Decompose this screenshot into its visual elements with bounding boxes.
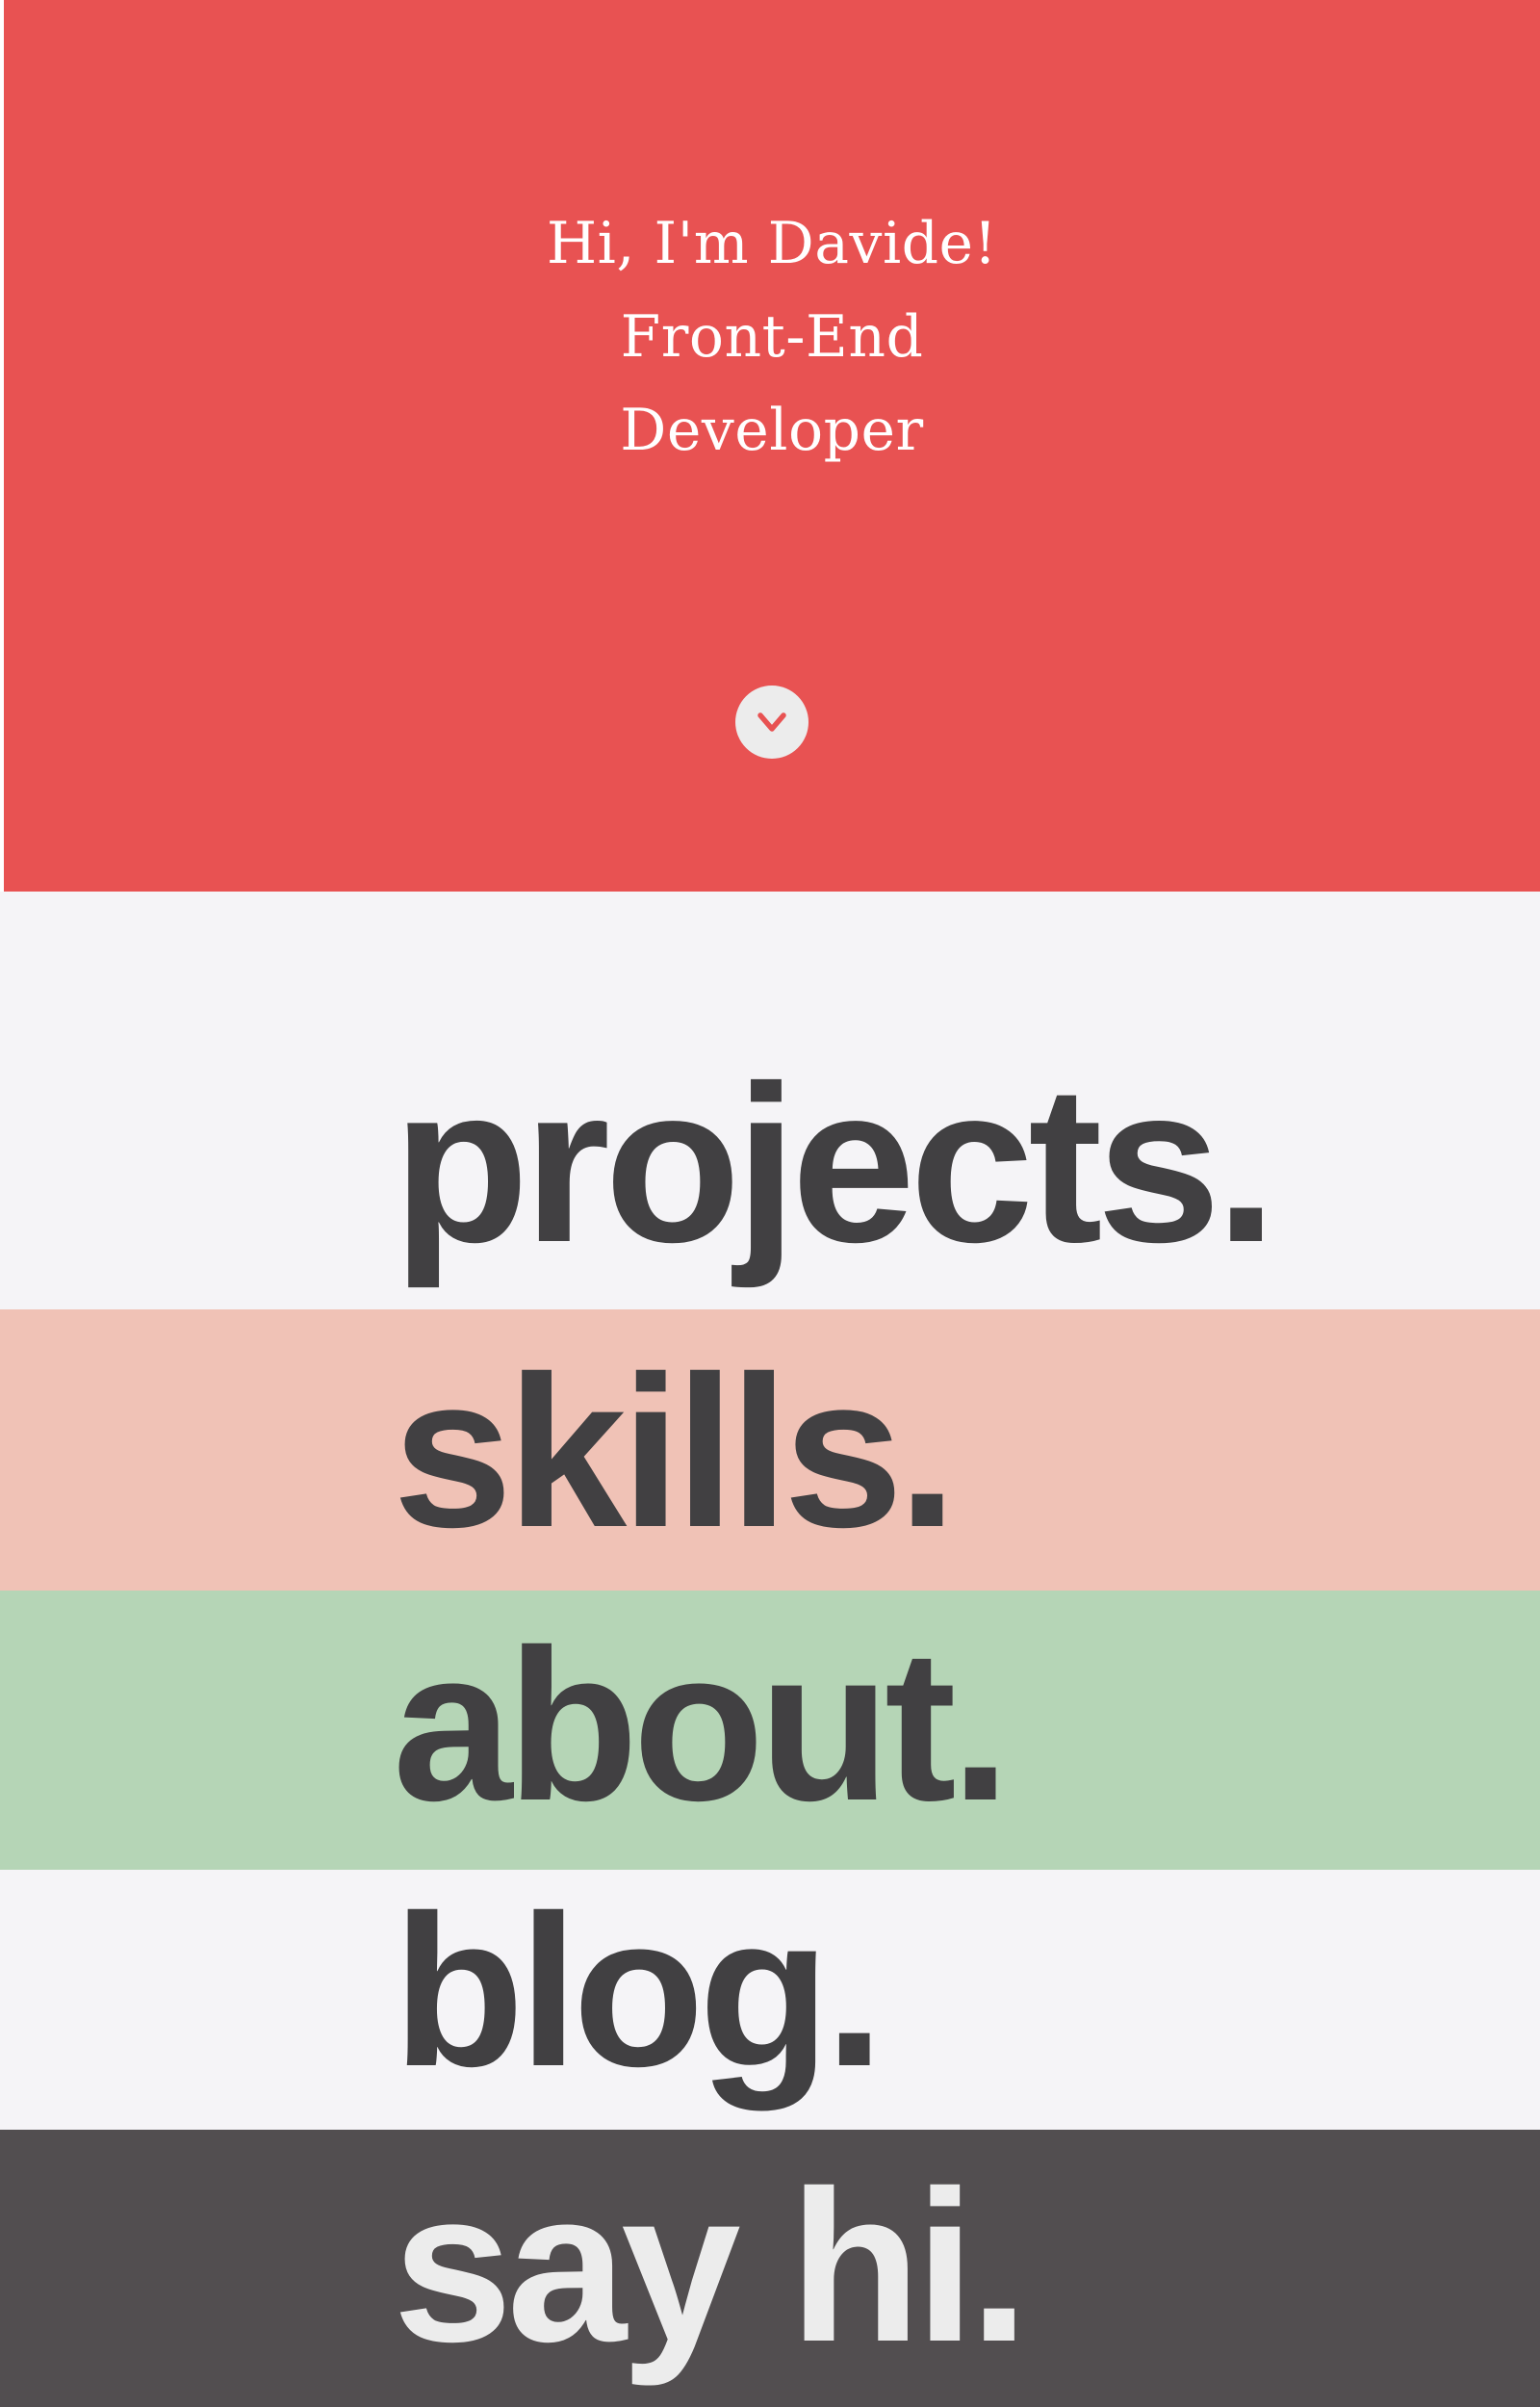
nav-link-say-hi[interactable]: say hi. xyxy=(393,2159,1029,2374)
nav-section-say-hi[interactable]: say hi. xyxy=(0,2130,1540,2407)
nav-link-about[interactable]: about. xyxy=(393,1618,1011,1833)
hero-heading: Hi, I'm Davide! Front-End Developer xyxy=(4,197,1540,478)
nav-section-projects[interactable]: projects. xyxy=(0,892,1540,1309)
hero-greeting: Hi, I'm Davide! xyxy=(546,210,998,277)
chevron-down-icon xyxy=(757,712,786,732)
nav-link-skills[interactable]: skills. xyxy=(393,1344,958,1560)
hero-role-line-1: Front-End xyxy=(620,303,924,371)
scroll-down-button[interactable] xyxy=(735,686,808,759)
nav-link-blog[interactable]: blog. xyxy=(393,1883,885,2099)
nav-section-skills[interactable]: skills. xyxy=(0,1309,1540,1591)
page: Hi, I'm Davide! Front-End Developer proj… xyxy=(0,0,1540,2407)
nav-link-projects[interactable]: projects. xyxy=(393,1053,1277,1277)
hero-role-line-2: Developer xyxy=(620,397,924,464)
nav-section-about[interactable]: about. xyxy=(0,1591,1540,1870)
hero-section: Hi, I'm Davide! Front-End Developer xyxy=(0,0,1540,892)
nav-section-blog[interactable]: blog. xyxy=(0,1870,1540,2130)
